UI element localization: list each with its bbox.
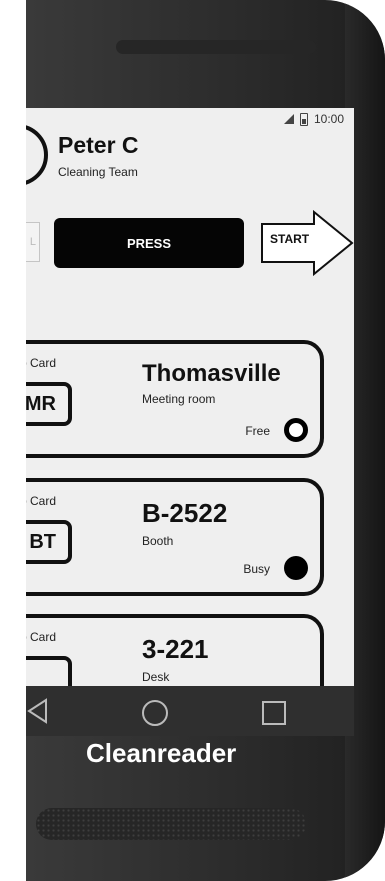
- card-sub-label: b Card: [26, 356, 57, 370]
- status-time: 10:00: [313, 112, 344, 126]
- android-nav-bar: [26, 686, 354, 736]
- room-tag: BT: [26, 520, 72, 564]
- avatar[interactable]: [26, 124, 48, 186]
- user-name: Peter C: [58, 132, 139, 158]
- busy-status-icon: [284, 556, 308, 580]
- signal-icon: [283, 114, 294, 124]
- room-tag: [26, 656, 72, 686]
- room-status: Free: [245, 424, 270, 438]
- room-status: Busy: [243, 562, 270, 576]
- start-label: START: [270, 232, 310, 246]
- cancel-button[interactable]: L: [26, 222, 40, 262]
- room-tag: MR: [26, 382, 72, 426]
- device-frame: 10:00 Peter C Cleaning Team L PRESS STAR…: [26, 0, 385, 881]
- card-sub-label: b Card: [26, 630, 57, 644]
- room-name: Thomasville: [142, 360, 281, 387]
- earpiece: [116, 40, 316, 54]
- room-name: B-2522: [142, 498, 228, 528]
- battery-icon: [299, 112, 308, 126]
- room-card-thomasville[interactable]: b Card MR Thomasville Meeting room Free: [26, 340, 324, 458]
- home-icon[interactable]: [142, 700, 168, 726]
- user-role: Cleaning Team: [58, 165, 138, 179]
- press-button[interactable]: PRESS: [54, 218, 244, 268]
- room-card-3221[interactable]: b Card 3-221 Desk: [26, 614, 324, 686]
- speaker-grille: [36, 808, 306, 840]
- status-bar: 10:00: [283, 111, 344, 127]
- device-caption: Cleanreader: [86, 738, 237, 768]
- room-type: Meeting room: [142, 392, 216, 406]
- free-status-icon: [284, 418, 308, 442]
- card-sub-label: b Card: [26, 494, 57, 508]
- room-card-b2522[interactable]: b Card BT B-2522 Booth Busy: [26, 478, 324, 596]
- app-screen: 10:00 Peter C Cleaning Team L PRESS STAR…: [26, 108, 354, 686]
- room-name: 3-221: [142, 634, 209, 664]
- back-icon[interactable]: [26, 698, 48, 724]
- room-type: Booth: [142, 534, 174, 548]
- recent-apps-icon[interactable]: [262, 701, 286, 725]
- room-type: Desk: [142, 670, 170, 684]
